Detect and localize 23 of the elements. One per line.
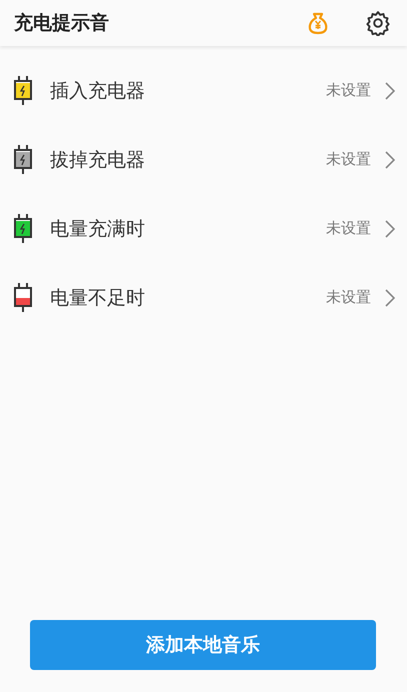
- money-bag-icon: [306, 11, 330, 35]
- row-value: 未设置: [326, 219, 371, 238]
- page-title: 充电提示音: [14, 11, 110, 36]
- sound-setting-row[interactable]: 插入充电器 未设置: [0, 56, 407, 125]
- row-label: 拔掉充电器: [50, 148, 146, 172]
- charger-battery-icon: [12, 282, 34, 312]
- chevron-right-icon: [385, 82, 395, 100]
- chevron-right-icon: [385, 220, 395, 238]
- chevron-right-icon: [385, 150, 395, 168]
- sound-setting-row[interactable]: 电量不足时 未设置: [0, 263, 407, 332]
- sound-setting-row[interactable]: 电量充满时 未设置: [0, 194, 407, 263]
- charger-battery-icon: [12, 214, 34, 244]
- row-label: 电量不足时: [50, 286, 146, 310]
- row-value: 未设置: [326, 150, 371, 169]
- row-value: 未设置: [326, 288, 371, 307]
- charger-battery-icon: [12, 76, 34, 106]
- row-label: 插入充电器: [50, 78, 146, 104]
- sound-setting-row[interactable]: 拔掉充电器 未设置: [0, 125, 407, 194]
- row-label: 电量充满时: [50, 216, 146, 242]
- charger-battery-icon: [12, 144, 34, 174]
- chevron-right-icon: [385, 288, 395, 306]
- settings-icon: [365, 10, 391, 36]
- row-value: 未设置: [326, 81, 371, 100]
